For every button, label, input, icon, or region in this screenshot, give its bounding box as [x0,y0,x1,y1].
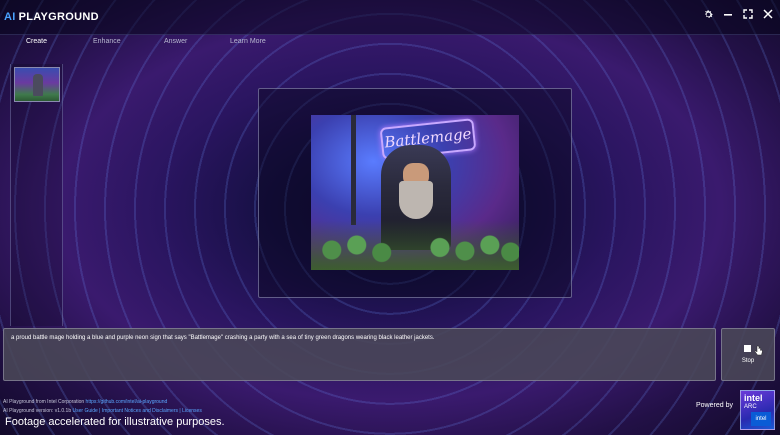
staff-shape [351,115,356,225]
prompt-text: a proud battle mage holding a blue and p… [11,335,435,341]
footer-links[interactable]: User Guide | Important Notices and Discl… [73,408,202,414]
logo-name: PLAYGROUND [18,11,99,23]
footer-line-2: AI Playground version: v1.0.1b User Guid… [3,407,202,416]
window-controls [702,9,774,21]
tab-learn-more[interactable]: Learn More [230,38,266,45]
tab-create[interactable]: Create [26,38,47,45]
mouse-cursor-icon [754,345,763,359]
github-link[interactable]: https://github.com/intel/ai-playground [86,399,168,405]
stop-button[interactable]: Stop [721,328,775,381]
close-icon[interactable] [762,9,774,21]
tab-answer[interactable]: Answer [164,38,187,45]
footer-line-1: AI Playground from Intel Corporation htt… [3,398,202,407]
thumbnail-figure [33,74,43,96]
badge-product: ARC [744,404,757,410]
app-logo: AI PLAYGROUND [4,11,99,23]
footer-version: AI Playground version: v1.0.1b [3,407,72,414]
footer-info: AI Playground from Intel Corporation htt… [3,398,202,415]
footer-corporation: AI Playground from Intel Corporation [3,399,85,405]
tab-enhance[interactable]: Enhance [93,38,121,45]
intel-arc-badge: intel ARC intel [740,390,775,430]
image-canvas: Battlemage [258,88,572,298]
generated-image[interactable]: Battlemage [311,115,519,270]
history-sidebar [10,64,63,326]
maximize-icon[interactable] [742,9,754,21]
powered-by-label: Powered by [696,402,733,409]
dragon-crowd [311,220,519,270]
badge-brand: intel [744,393,763,403]
history-thumbnail[interactable] [14,67,60,102]
tab-bar: Create Enhance Answer Learn More [0,34,780,52]
prompt-input[interactable]: a proud battle mage holding a blue and p… [3,328,716,381]
wizard-beard [399,181,433,219]
gear-icon[interactable] [702,9,714,21]
logo-prefix: AI [4,11,16,23]
badge-inside: intel [751,412,771,426]
minimize-icon[interactable] [722,9,734,21]
stop-label: Stop [741,358,755,364]
video-caption: Footage accelerated for illustrative pur… [5,416,225,428]
stop-icon [744,345,751,352]
title-bar: AI PLAYGROUND [0,0,780,35]
